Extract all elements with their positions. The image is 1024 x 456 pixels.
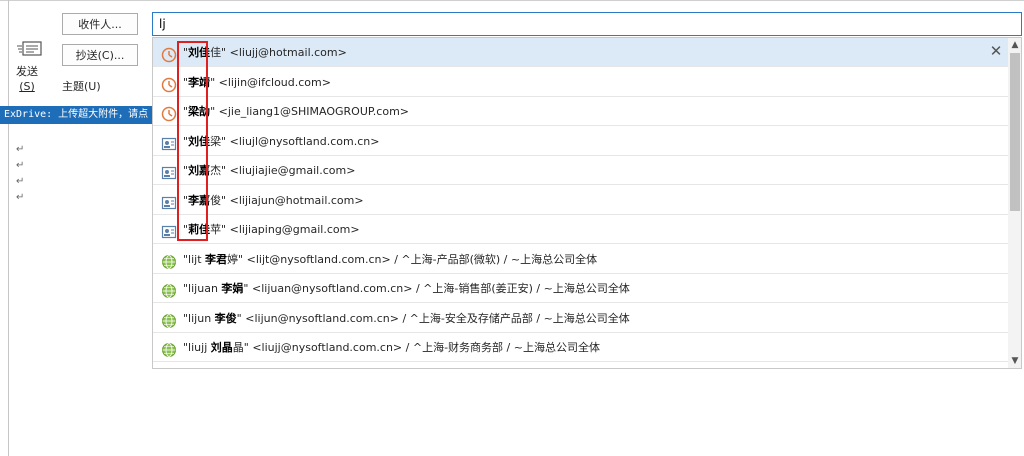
suggestion-row[interactable]: "lijuan 李娟" <lijuan@nysoftland.com.cn> /… <box>153 274 1008 303</box>
contact-card-icon <box>161 163 177 180</box>
suggestion-row[interactable]: "刘佳佳" <liujj@hotmail.com> ✕ <box>153 38 1008 67</box>
email-address: <liujj@nysoftland.com.cn> <box>252 341 403 354</box>
suggestion-text: "lijun 李俊" <lijun@nysoftland.com.cn> / ^… <box>183 311 630 325</box>
contact-card-icon <box>161 222 177 239</box>
globe-icon <box>161 311 177 328</box>
suggestion-row[interactable]: "刘佳梁" <liujl@nysoftland.com.cn> <box>153 127 1008 156</box>
email-address: <lijun@nysoftland.com.cn> <box>245 311 399 325</box>
clock-icon <box>161 104 177 122</box>
subject-label: 主题(U) <box>62 80 101 93</box>
exdrive-banner[interactable]: ExDrive: 上传超大附件，请点 <box>0 106 152 124</box>
email-address: <jie_liang1@SHIMAOGROUP.com> <box>218 105 410 118</box>
suggestion-row[interactable]: "liujj 刘晶晶" <liujj@nysoftland.com.cn> / … <box>153 333 1008 362</box>
email-address: <liujl@nysoftland.com.cn> <box>229 134 380 148</box>
name-rest: " <box>243 282 252 295</box>
paragraph-mark: ↵ <box>16 144 25 155</box>
left-divider <box>8 0 9 456</box>
scroll-thumb[interactable] <box>1010 53 1020 211</box>
scroll-down-icon[interactable]: ▼ <box>1008 354 1021 368</box>
email-address: <liujj@hotmail.com> <box>229 46 347 59</box>
suggestion-text: "刘佳梁" <liujl@nysoftland.com.cn> <box>183 134 380 148</box>
matched-name: 刘嘉 <box>188 164 211 177</box>
email-address: <lijt@nysoftland.com.cn> <box>246 252 391 266</box>
suggestion-text: "李嘉俊" <lijiajun@hotmail.com> <box>183 193 364 207</box>
directory-path: / ^上海-财务商务部 / ~上海总公司全体 <box>402 341 600 354</box>
name-rest: " <box>210 105 219 118</box>
send-shortcut: (S) <box>19 80 35 93</box>
close-icon[interactable]: ✕ <box>989 44 1003 59</box>
paragraph-mark: ↵ <box>16 176 25 187</box>
name-rest: 苹" <box>210 223 230 236</box>
name-rest: 佳" <box>210 46 230 59</box>
contact-card-icon <box>161 134 177 150</box>
email-address: <lijiajun@hotmail.com> <box>229 193 364 207</box>
globe-icon <box>161 281 177 298</box>
suggestion-row[interactable]: "lijun 李俊" <lijun@nysoftland.com.cn> / ^… <box>153 304 1008 333</box>
suggestion-text: "liujj 刘晶晶" <liujj@nysoftland.com.cn> / … <box>183 341 600 354</box>
email-address: <liujiajie@gmail.com> <box>229 164 356 177</box>
name-rest: " <box>210 75 219 89</box>
directory-path: / ^上海-销售部(姜正安) / ~上海总公司全体 <box>412 282 630 295</box>
top-divider <box>0 0 1024 1</box>
suggestion-row[interactable]: "梁劼" <jie_liang1@SHIMAOGROUP.com> <box>153 97 1008 126</box>
suggestion-row[interactable]: "李靖" <lijin@ifcloud.com> <box>153 68 1008 97</box>
suggestion-row[interactable]: "莉佳苹" <lijiaping@gmail.com> <box>153 215 1008 244</box>
send-button[interactable]: 发送 (S) <box>12 64 42 94</box>
name-rest: 梁" <box>210 134 230 148</box>
suggestion-text: "李靖" <lijin@ifcloud.com> <box>183 75 331 89</box>
send-icon[interactable] <box>16 40 42 58</box>
matched-name: 李君 <box>205 252 228 266</box>
suggestion-row[interactable]: "李嘉俊" <lijiajun@hotmail.com> <box>153 186 1008 215</box>
globe-icon <box>161 252 177 269</box>
matched-name: 李嘉 <box>188 193 211 207</box>
globe-icon <box>161 340 177 357</box>
paragraph-mark: ↵ <box>16 192 25 203</box>
matched-name: 梁劼 <box>188 105 211 118</box>
to-field[interactable]: lj <box>152 12 1022 36</box>
matched-name: 刘佳 <box>188 134 211 148</box>
suggestion-text: "刘嘉杰" <liujiajie@gmail.com> <box>183 164 356 177</box>
directory-path: / ^上海-安全及存储产品部 / ~上海总公司全体 <box>398 311 630 325</box>
scroll-up-icon[interactable]: ▲ <box>1008 38 1021 52</box>
to-button[interactable]: 收件人... <box>62 13 138 35</box>
suggestion-row[interactable]: "刘嘉杰" <liujiajie@gmail.com> <box>153 156 1008 185</box>
email-address: <lijin@ifcloud.com> <box>218 75 331 89</box>
suggestion-row[interactable]: "lijt 李君婷" <lijt@nysoftland.com.cn> / ^上… <box>153 245 1008 274</box>
name-rest: 婷" <box>227 252 247 266</box>
send-label: 发送 <box>16 65 38 78</box>
suggestion-text: "梁劼" <jie_liang1@SHIMAOGROUP.com> <box>183 105 410 118</box>
email-address: <lijiaping@gmail.com> <box>229 223 360 236</box>
suggestion-text: "lijt 李君婷" <lijt@nysoftland.com.cn> / ^上… <box>183 252 598 266</box>
matched-name: 李娟 <box>221 282 244 295</box>
name-rest: 晶" <box>232 341 253 354</box>
clock-icon <box>161 45 177 63</box>
scrollbar[interactable]: ▲ ▼ <box>1008 38 1021 368</box>
matched-name: 刘佳 <box>188 46 211 59</box>
contact-card-icon <box>161 193 177 209</box>
matched-name: 李靖 <box>188 75 211 89</box>
clock-icon <box>161 75 177 92</box>
suggestion-text: "莉佳苹" <lijiaping@gmail.com> <box>183 223 360 236</box>
email-address: <lijuan@nysoftland.com.cn> <box>251 282 413 295</box>
cc-button[interactable]: 抄送(C)... <box>62 44 138 66</box>
paragraph-mark: ↵ <box>16 160 25 171</box>
matched-name: 李俊 <box>214 311 237 325</box>
directory-path: / ^上海-产品部(微软) / ~上海总公司全体 <box>390 252 598 266</box>
name-rest: 杰" <box>210 164 230 177</box>
matched-name: 莉佳 <box>188 223 211 236</box>
matched-name: 刘晶 <box>210 341 233 354</box>
autocomplete-list: "liujj 刘晶晶" <liujj@nysoftland.com.cn> / … <box>152 37 1022 369</box>
suggestion-text: "刘佳佳" <liujj@hotmail.com> <box>183 46 347 59</box>
name-rest: " <box>236 311 246 325</box>
compose-window: 发送 (S) 收件人... 抄送(C)... 主题(U) lj ExDrive:… <box>0 0 1024 456</box>
suggestion-text: "lijuan 李娟" <lijuan@nysoftland.com.cn> /… <box>183 282 630 295</box>
name-rest: 俊" <box>210 193 230 207</box>
